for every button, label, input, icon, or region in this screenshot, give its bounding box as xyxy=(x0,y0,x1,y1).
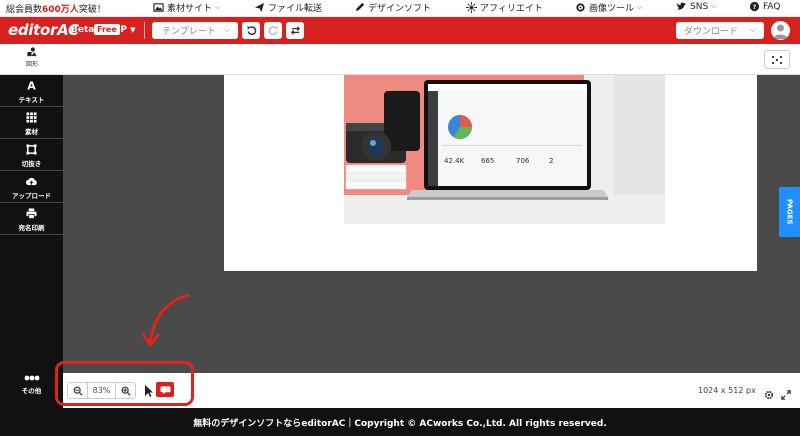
mock-stat-3: 706 xyxy=(516,157,530,165)
free-badge: Free xyxy=(94,24,120,35)
topnav-faq[interactable]: ? FAQ xyxy=(749,1,780,12)
sparkle-icon xyxy=(466,2,477,13)
topnav-sns-label: SNS xyxy=(690,1,709,12)
grid-icon xyxy=(26,112,37,123)
printer-icon xyxy=(26,208,37,219)
help-icon: ? xyxy=(749,1,760,12)
image-icon xyxy=(153,3,164,12)
user-avatar[interactable] xyxy=(771,21,790,40)
svg-text:A: A xyxy=(27,80,36,91)
chevron-down-icon: ⌵ xyxy=(749,25,756,34)
sidebar-item-materials[interactable]: 素材 xyxy=(0,107,63,139)
svg-text:?: ? xyxy=(753,3,757,11)
template-label: テンプレート xyxy=(162,27,216,37)
swap-button[interactable] xyxy=(286,22,304,39)
twitter-icon xyxy=(676,2,687,10)
swap-icon xyxy=(290,26,300,35)
user-icon xyxy=(773,24,788,39)
sidebar-item-crop[interactable]: 切抜き xyxy=(0,139,63,171)
shapes-icon xyxy=(27,47,37,57)
sidebar-item-label: 素材 xyxy=(25,128,38,136)
grid-dots-icon xyxy=(772,55,782,64)
member-count-banner: 総会員数600万人突破！ xyxy=(6,2,106,15)
topnav-file-transfer-label: ファイル転送 xyxy=(268,4,323,14)
editorac-logo[interactable]: editorAC xyxy=(8,21,79,39)
sidebar-more-label: その他 xyxy=(21,387,42,395)
sidebar-item-label: テキスト xyxy=(18,96,45,104)
topnav-design-soft-label: デザインソフト xyxy=(368,4,432,14)
undo-button[interactable] xyxy=(242,22,260,39)
sidebar-item-label: アップロード xyxy=(12,192,51,200)
undo-icon xyxy=(246,25,256,36)
chevron-down-icon: ⌵ xyxy=(215,3,221,11)
topnav-image-tools[interactable]: 画像ツール ⌵ xyxy=(575,1,642,14)
app-header: editorAC Beta Free JP ▼ テンプレート ⌵ ダウンロード … xyxy=(0,17,800,44)
sidebar-item-label: 宛名印刷 xyxy=(18,224,45,232)
chevron-down-icon: ⌵ xyxy=(637,3,643,11)
settings-button[interactable] xyxy=(764,385,774,400)
topnav-faq-label: FAQ xyxy=(763,1,781,12)
promo-suffix: 突破！ xyxy=(78,5,106,15)
redo-button[interactable] xyxy=(264,22,282,39)
pages-tab[interactable]: PAGES xyxy=(779,187,800,237)
promo-prefix: 総会員数 xyxy=(6,5,43,15)
language-label: JP xyxy=(117,25,127,35)
topnav-file-transfer[interactable]: ファイル転送 xyxy=(254,1,322,14)
mock-stat-4: 2 xyxy=(549,157,553,165)
language-selector[interactable]: JP ▼ xyxy=(117,25,135,35)
left-sidebar: A テキスト 素材 切抜き アップロード 宛名印刷 その他 xyxy=(0,75,63,408)
promo-highlight: 600万人 xyxy=(42,5,79,15)
topnav-image-tools-label: 画像ツール xyxy=(589,4,635,14)
more-dots-icon xyxy=(24,375,39,381)
laptop-camera-image: 42.4K 665 706 2 xyxy=(344,75,665,224)
fullscreen-button[interactable] xyxy=(781,385,791,400)
send-icon xyxy=(254,2,265,13)
annotation-arrow xyxy=(141,293,190,347)
tool-strip: 図形 xyxy=(0,44,800,75)
template-dropdown[interactable]: テンプレート ⌵ xyxy=(152,22,238,39)
expand-icon xyxy=(781,390,791,400)
beta-label: Beta xyxy=(71,25,95,35)
caret-down-icon: ▼ xyxy=(130,26,136,34)
text-icon: A xyxy=(27,80,36,91)
sidebar-item-more[interactable]: その他 xyxy=(0,375,63,395)
download-dropdown[interactable]: ダウンロード ⌵ xyxy=(676,22,764,39)
annotation-highlight-box xyxy=(55,361,194,406)
footer: 無料のデザインソフトならeditorAC｜Copyright © ACworks… xyxy=(0,408,800,436)
canvas-size-readout: 1024 x 512 px xyxy=(698,386,756,395)
download-label: ダウンロード xyxy=(684,27,739,37)
laptop-photo[interactable]: 42.4K 665 706 2 xyxy=(344,75,665,224)
shape-tool-button[interactable]: 図形 xyxy=(18,47,46,68)
shape-tool-label: 図形 xyxy=(25,61,38,68)
gear-icon xyxy=(576,3,585,12)
gear-icon xyxy=(764,390,774,400)
sidebar-item-address-print[interactable]: 宛名印刷 xyxy=(0,203,63,235)
mock-stat-2: 665 xyxy=(481,157,494,165)
redo-icon xyxy=(268,25,278,36)
sidebar-item-upload[interactable]: アップロード xyxy=(0,171,63,203)
sidebar-item-text[interactable]: A テキスト xyxy=(0,75,63,107)
grid-toggle-button[interactable] xyxy=(764,50,790,69)
divider xyxy=(144,22,145,39)
mock-stat-1: 42.4K xyxy=(444,157,465,165)
top-bar: 総会員数600万人突破！ 素材サイト ⌵ ファイル転送 デザインソフト アフィリエ… xyxy=(0,0,800,17)
chevron-down-icon: ⌵ xyxy=(223,25,230,34)
sidebar-item-label: 切抜き xyxy=(21,160,42,168)
topnav-sns[interactable]: SNS ⌵ xyxy=(676,1,716,12)
topnav-affiliate-label: アフィリエイト xyxy=(480,4,543,14)
chevron-down-icon: ⌵ xyxy=(711,2,717,10)
pencil-icon xyxy=(355,2,365,12)
footer-text: 無料のデザインソフトならeditorAC｜Copyright © ACworks… xyxy=(193,418,607,429)
topnav-affiliate[interactable]: アフィリエイト xyxy=(466,1,543,14)
topnav-material-sites-label: 素材サイト xyxy=(167,4,213,14)
crop-icon xyxy=(26,144,37,155)
cloud-upload-icon xyxy=(26,177,37,186)
topnav-material-sites[interactable]: 素材サイト ⌵ xyxy=(153,1,220,14)
topnav-design-soft[interactable]: デザインソフト xyxy=(354,1,431,14)
